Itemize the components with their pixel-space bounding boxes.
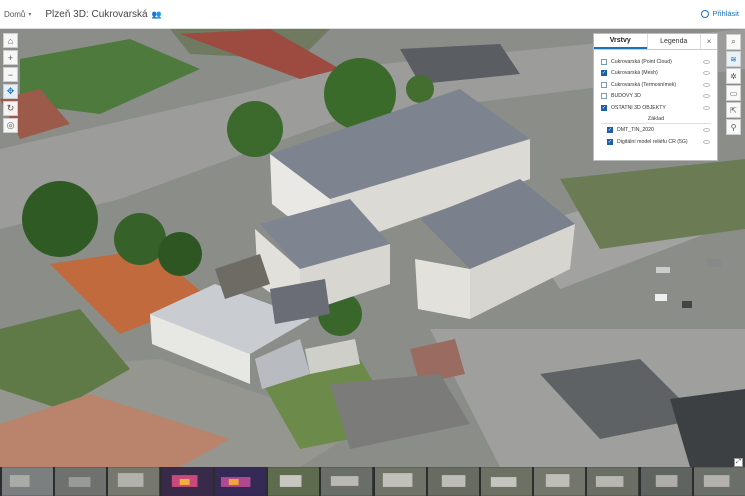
visibility-icon[interactable]	[703, 59, 710, 64]
login-label: Přihlásit	[712, 9, 739, 18]
compass-button[interactable]: ◎	[3, 118, 18, 133]
rotate-icon: ↻	[6, 103, 15, 113]
visibility-icon[interactable]	[703, 71, 710, 76]
compass-icon: ◎	[6, 120, 15, 130]
measure-icon: ⚲	[730, 122, 737, 132]
slide-thumbnail[interactable]	[693, 467, 745, 496]
tab-layers[interactable]: Vrstvy	[594, 34, 647, 49]
home-icon: ⌂	[7, 35, 14, 46]
layer-list: Cukrovarská (Point Cloud) ✓ Cukrovarská …	[594, 50, 717, 148]
search-button[interactable]: ⌕	[726, 34, 741, 50]
tab-legend[interactable]: Legenda	[646, 34, 701, 49]
layer-label: BUDOVY 3D	[611, 93, 641, 100]
layer-checkbox[interactable]: ✓	[607, 127, 613, 134]
visibility-icon[interactable]	[703, 139, 710, 144]
layers-panel: Vrstvy Legenda × Cukrovarská (Point Clou…	[593, 33, 718, 161]
layer-checkbox[interactable]: ✓	[601, 104, 607, 111]
layer-label: Cukrovarská (Point Cloud)	[611, 58, 672, 65]
visibility-icon[interactable]	[703, 94, 710, 99]
visibility-icon[interactable]	[703, 105, 710, 110]
slide-thumbnail[interactable]	[161, 467, 213, 496]
layers-icon: ≋	[730, 54, 737, 64]
layer-checkbox[interactable]: ✓	[607, 138, 613, 145]
slide-thumbnail[interactable]	[640, 467, 692, 496]
home-menu-label: Domů	[4, 9, 26, 19]
rotate-button[interactable]: ↻	[3, 101, 18, 116]
layers-panel-tabs: Vrstvy Legenda ×	[594, 34, 717, 50]
pan-icon: ✥	[6, 86, 15, 96]
visibility-icon[interactable]	[703, 82, 710, 87]
slide-thumbnail[interactable]	[2, 467, 54, 496]
layer-label: Cukrovarská (Mesh)	[611, 70, 658, 77]
search-icon: ⌕	[731, 37, 736, 46]
close-icon[interactable]: ×	[701, 34, 717, 49]
left-toolbar: ⌂ + − ✥ ↻ ◎	[3, 33, 18, 135]
zoom-out-icon: −	[7, 69, 14, 80]
home-view-button[interactable]: ⌂	[3, 33, 18, 48]
zoom-out-button[interactable]: −	[3, 67, 18, 82]
zoom-in-icon: +	[7, 52, 14, 63]
login-button[interactable]: Přihlásit	[701, 9, 739, 18]
layer-checkbox[interactable]	[601, 58, 607, 65]
zoom-in-button[interactable]: +	[3, 50, 18, 65]
layer-checkbox[interactable]	[601, 81, 607, 88]
share-icon: ⇱	[730, 105, 737, 115]
slide-thumbnail[interactable]	[374, 467, 426, 496]
user-icon	[701, 9, 710, 18]
basemap-icon: ✲	[730, 71, 737, 81]
group-icon: 👥	[151, 9, 162, 19]
slide-thumbnail[interactable]	[268, 467, 320, 496]
right-toolbar: ⌕ ≋ ✲ ▭ ⇱ ⚲	[726, 34, 741, 136]
layers-button[interactable]: ≋	[726, 51, 741, 67]
slides-filmstrip	[0, 467, 745, 496]
measure-button[interactable]: ⚲	[726, 119, 741, 135]
layer-label: Digitální model reliéfu ČR (5G)	[617, 138, 688, 145]
slide-thumbnail[interactable]	[587, 467, 639, 496]
layer-item-mesh[interactable]: ✓ Cukrovarská (Mesh)	[601, 68, 711, 80]
slide-thumbnail[interactable]	[321, 467, 373, 496]
share-button[interactable]: ⇱	[726, 102, 741, 118]
slide-thumbnail[interactable]	[55, 467, 107, 496]
layer-checkbox[interactable]	[601, 93, 607, 100]
layer-label: Cukrovarská (Termosnímek)	[611, 81, 677, 88]
page-title: Plzeň 3D: Cukrovarská 👥	[45, 9, 161, 20]
slide-thumbnail[interactable]	[108, 467, 160, 496]
slide-thumbnail[interactable]	[480, 467, 533, 496]
layer-item-point-cloud[interactable]: Cukrovarská (Point Cloud)	[601, 56, 711, 68]
basemap-button[interactable]: ✲	[726, 68, 741, 84]
top-bar: Domů ▾ Plzeň 3D: Cukrovarská 👥 Přihlásit	[0, 0, 745, 29]
home-menu[interactable]: Domů ▾	[4, 10, 31, 19]
layer-item-thermal[interactable]: Cukrovarská (Termosnímek)	[601, 79, 711, 91]
page-title-text: Plzeň 3D: Cukrovarská	[45, 8, 148, 20]
slide-thumbnail[interactable]	[534, 467, 586, 496]
chevron-down-icon: ▾	[28, 11, 32, 18]
layer-item-dmt[interactable]: ✓ DMT_TIN_2020	[601, 125, 711, 137]
layer-checkbox[interactable]: ✓	[601, 70, 607, 77]
base-section-header: Základ	[601, 116, 711, 124]
visibility-icon[interactable]	[703, 128, 710, 133]
slide-thumbnail[interactable]	[427, 467, 479, 496]
layer-item-other-objects[interactable]: ✓ OSTATNÍ 3D OBJEKTY	[601, 102, 711, 114]
layer-label: DMT_TIN_2020	[617, 127, 654, 134]
slides-icon: ▭	[729, 88, 738, 98]
layer-label: OSTATNÍ 3D OBJEKTY	[611, 104, 666, 111]
layer-item-buildings[interactable]: BUDOVY 3D	[601, 91, 711, 103]
pan-button[interactable]: ✥	[3, 84, 18, 99]
slide-thumbnail[interactable]	[214, 467, 267, 496]
expand-icon[interactable]: ⤢	[734, 458, 743, 467]
slides-button[interactable]: ▭	[726, 85, 741, 101]
layer-item-dmr[interactable]: ✓ Digitální model reliéfu ČR (5G)	[601, 136, 711, 148]
